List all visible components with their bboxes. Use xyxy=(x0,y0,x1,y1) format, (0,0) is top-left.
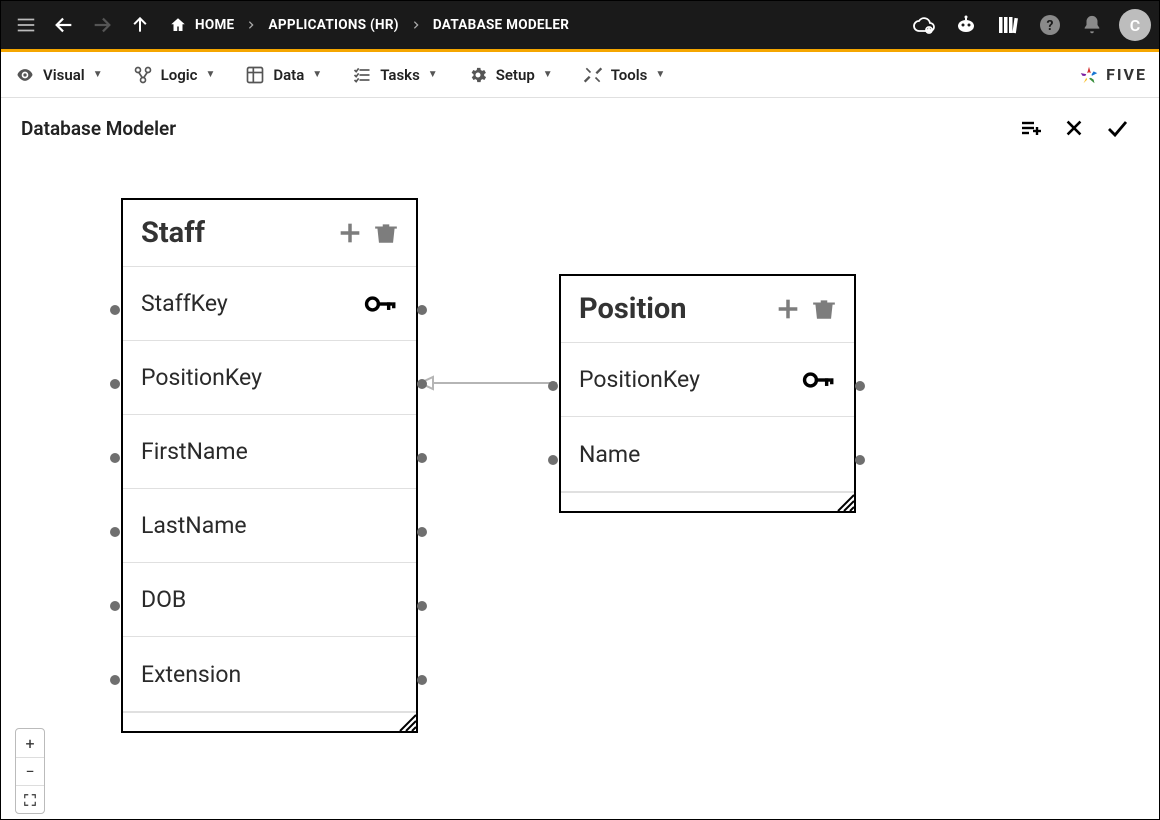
menu-tasks[interactable]: Tasks▼ xyxy=(352,65,438,85)
chevron-right-icon xyxy=(411,20,421,30)
connector-dot[interactable] xyxy=(417,305,427,315)
table-title: Position xyxy=(579,292,770,326)
caret-down-icon: ▼ xyxy=(655,69,665,80)
table-header: Position xyxy=(561,276,854,343)
table-field[interactable]: DOB xyxy=(123,563,416,637)
page-actions xyxy=(1019,116,1129,140)
caret-down-icon: ▼ xyxy=(205,69,215,80)
nav-right: ? C xyxy=(905,6,1151,44)
field-label: Extension xyxy=(141,661,241,688)
field-label: PositionKey xyxy=(579,366,700,393)
svg-text:?: ? xyxy=(1047,18,1054,34)
caret-down-icon: ▼ xyxy=(93,69,103,80)
primary-key-icon xyxy=(364,294,398,314)
connector-dot[interactable] xyxy=(548,381,558,391)
delete-table-button[interactable] xyxy=(368,220,404,246)
connector-dot[interactable] xyxy=(110,379,120,389)
table-field[interactable]: FirstName xyxy=(123,415,416,489)
menu-tools[interactable]: Tools▼ xyxy=(583,65,666,85)
add-field-button[interactable] xyxy=(770,295,806,323)
add-field-button[interactable] xyxy=(332,219,368,247)
caret-down-icon: ▼ xyxy=(428,69,438,80)
breadcrumb-label: DATABASE MODELER xyxy=(433,17,569,33)
table-footer xyxy=(123,711,416,731)
topbar: HOME APPLICATIONS (HR) DATABASE MODELER xyxy=(1,1,1159,49)
page-title: Database Modeler xyxy=(21,117,176,140)
breadcrumb: HOME APPLICATIONS (HR) DATABASE MODELER xyxy=(169,16,569,34)
table-field[interactable]: PositionKey xyxy=(561,343,854,417)
close-button[interactable] xyxy=(1063,117,1085,139)
menu-visual[interactable]: Visual▼ xyxy=(15,65,103,85)
cloud-icon[interactable] xyxy=(905,6,943,44)
diagram-canvas[interactable]: Staff StaffKey PositionKey FirstName LastNa… xyxy=(1,158,1159,818)
brand-logo: FIVE xyxy=(1078,64,1147,86)
bell-icon[interactable] xyxy=(1073,6,1111,44)
caret-down-icon: ▼ xyxy=(312,69,322,80)
nav-left: HOME APPLICATIONS (HR) DATABASE MODELER xyxy=(7,6,569,44)
help-icon[interactable]: ? xyxy=(1031,6,1069,44)
delete-table-button[interactable] xyxy=(806,296,842,322)
confirm-button[interactable] xyxy=(1105,116,1129,140)
chevron-right-icon xyxy=(246,20,256,30)
connector-dot[interactable] xyxy=(855,455,865,465)
avatar[interactable]: C xyxy=(1119,9,1151,41)
library-icon[interactable] xyxy=(989,6,1027,44)
field-label: LastName xyxy=(141,512,247,539)
table-card-staff[interactable]: Staff StaffKey PositionKey FirstName LastNa… xyxy=(121,198,418,733)
zoom-controls: + − xyxy=(15,728,45,814)
connector-dot[interactable] xyxy=(417,453,427,463)
field-label: FirstName xyxy=(141,438,248,465)
five-logo-icon xyxy=(1078,64,1100,86)
menubar: Visual▼ Logic▼ Data▼ Tasks▼ Setup▼ Tools… xyxy=(1,52,1159,98)
forward-icon xyxy=(83,6,121,44)
fit-screen-button[interactable] xyxy=(16,785,44,813)
table-title: Staff xyxy=(141,216,332,250)
connector-dot[interactable] xyxy=(110,527,120,537)
menu-logic[interactable]: Logic▼ xyxy=(133,65,216,85)
breadcrumb-app[interactable]: APPLICATIONS (HR) xyxy=(268,17,398,33)
table-field[interactable]: PositionKey xyxy=(123,341,416,415)
table-fields: PositionKey Name xyxy=(561,343,854,491)
page-header: Database Modeler xyxy=(1,98,1159,158)
table-field[interactable]: Extension xyxy=(123,637,416,711)
connector-dot[interactable] xyxy=(110,601,120,611)
table-field[interactable]: StaffKey xyxy=(123,267,416,341)
connector-dot[interactable] xyxy=(417,601,427,611)
connector-dot[interactable] xyxy=(417,379,427,389)
breadcrumb-home[interactable]: HOME xyxy=(169,16,234,34)
zoom-out-button[interactable]: − xyxy=(16,757,44,785)
hamburger-icon[interactable] xyxy=(7,6,45,44)
menu-data[interactable]: Data▼ xyxy=(245,65,322,85)
up-icon[interactable] xyxy=(121,6,159,44)
connector-dot[interactable] xyxy=(417,675,427,685)
zoom-in-button[interactable]: + xyxy=(16,729,44,757)
connector-dot[interactable] xyxy=(855,381,865,391)
caret-down-icon: ▼ xyxy=(543,69,553,80)
connector-dot[interactable] xyxy=(110,305,120,315)
table-header: Staff xyxy=(123,200,416,267)
table-field[interactable]: LastName xyxy=(123,489,416,563)
resize-handle-icon[interactable] xyxy=(398,713,416,731)
table-card-position[interactable]: Position PositionKey Name xyxy=(559,274,856,513)
add-table-button[interactable] xyxy=(1019,116,1043,140)
field-label: PositionKey xyxy=(141,364,262,391)
breadcrumb-label: HOME xyxy=(195,17,234,33)
resize-handle-icon[interactable] xyxy=(836,493,854,511)
connector-dot[interactable] xyxy=(110,453,120,463)
primary-key-icon xyxy=(802,370,836,390)
field-label: StaffKey xyxy=(141,290,228,317)
breadcrumb-current[interactable]: DATABASE MODELER xyxy=(433,17,569,33)
table-fields: StaffKey PositionKey FirstName LastName DOB E… xyxy=(123,267,416,711)
field-label: Name xyxy=(579,441,640,468)
menu-setup[interactable]: Setup▼ xyxy=(468,65,553,85)
connector-dot[interactable] xyxy=(110,675,120,685)
breadcrumb-label: APPLICATIONS (HR) xyxy=(268,17,398,33)
connector-dot[interactable] xyxy=(548,455,558,465)
field-label: DOB xyxy=(141,586,186,613)
table-field[interactable]: Name xyxy=(561,417,854,491)
table-footer xyxy=(561,491,854,511)
connector-dot[interactable] xyxy=(417,527,427,537)
back-icon[interactable] xyxy=(45,6,83,44)
robot-icon[interactable] xyxy=(947,6,985,44)
